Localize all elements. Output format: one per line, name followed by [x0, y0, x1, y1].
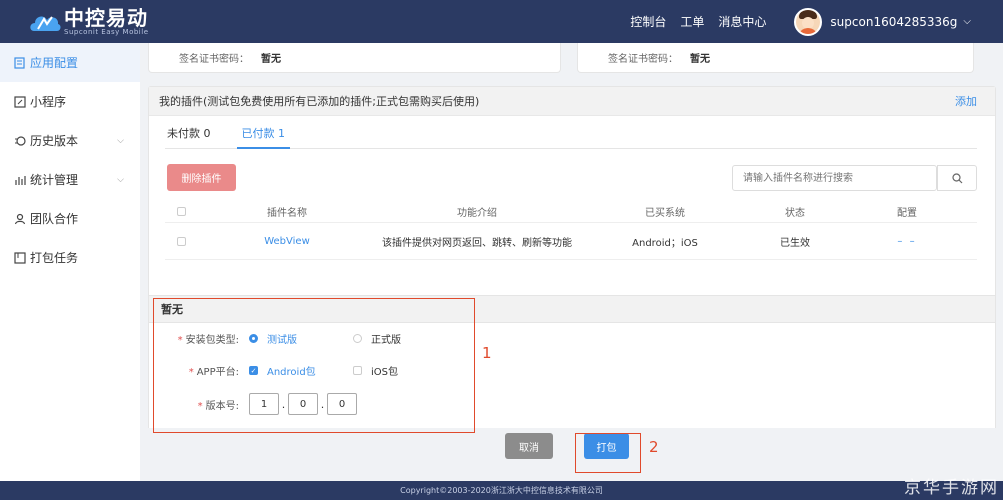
tab-unpaid[interactable]: 未付款 0 [165, 127, 211, 149]
history-icon [15, 135, 26, 146]
sidebar: 应用配置 小程序 历史版本 ⌵ 统计管理 ⌵ 团队合作 打包任务 [0, 43, 140, 481]
sidebar-item-team[interactable]: 团队合作 [0, 199, 140, 238]
plugin-search-input[interactable] [732, 165, 937, 191]
user-icon [14, 213, 26, 224]
chevron-down-icon: ⌵ [117, 135, 124, 146]
sidebar-item-statistics[interactable]: 统计管理 ⌵ [0, 160, 140, 199]
column-header: 配置 [897, 207, 917, 219]
avatar [794, 7, 823, 36]
add-plugin-link[interactable]: 添加 [955, 93, 977, 109]
task-icon [14, 251, 26, 264]
chevron-down-icon: ⌵ [117, 174, 124, 185]
plugins-panel: 我的插件(测试包免费使用所有已添加的插件;正式包需购买后使用) 添加 未付款 0… [148, 86, 996, 329]
nav-messages[interactable]: 消息中心 [718, 13, 766, 30]
column-header: 状态 [785, 207, 805, 219]
cloud-logo-icon [30, 15, 61, 31]
sidebar-item-label: 打包任务 [30, 251, 79, 265]
plugin-name-link[interactable]: WebView [197, 236, 377, 247]
plugins-title: 我的插件(测试包免费使用所有已添加的插件;正式包需购买后使用) [159, 95, 480, 108]
brand-name: 中控易动 [64, 5, 148, 30]
plugins-table: 插件名称 功能介绍 已买系统 状态 配置 WebView 该插件提供对网页返回、… [165, 200, 977, 260]
cancel-button[interactable]: 取消 [505, 433, 553, 459]
annotation-box-pack [575, 433, 641, 473]
signature-value: 暂无 [690, 54, 710, 65]
signature-label: 签名证书密码： [179, 54, 249, 65]
settings-list-icon [14, 56, 25, 69]
brand-logo[interactable]: 中控易动 Supconit Easy Mobile [28, 8, 149, 36]
nav-tickets[interactable]: 工单 [680, 13, 704, 30]
search-icon [951, 172, 962, 183]
column-header: 已买系统 [645, 207, 685, 219]
annotation-number: 1 [482, 344, 492, 362]
sidebar-item-mini-program[interactable]: 小程序 [0, 82, 140, 121]
sidebar-item-label: 历史版本 [30, 134, 79, 148]
annotation-number: 2 [649, 438, 659, 456]
top-bar: 中控易动 Supconit Easy Mobile 控制台 工单 消息中心 su… [0, 0, 1003, 43]
sidebar-item-label: 小程序 [30, 95, 67, 109]
plugin-config-link[interactable]: – – [837, 236, 977, 247]
plugin-description: 该插件提供对网页返回、跳转、刷新等功能 [382, 237, 572, 249]
sidebar-item-history[interactable]: 历史版本 ⌵ [0, 121, 140, 160]
plugin-systems: Android；iOS [632, 237, 698, 249]
column-header: 插件名称 [267, 207, 307, 219]
sidebar-item-label: 统计管理 [30, 173, 79, 187]
copyright-text: Copyright©2003-2020浙江浙大中控信息技术有限公司 [400, 486, 603, 495]
build-actions: 取消 打包 [148, 428, 996, 481]
sidebar-item-label: 团队合作 [30, 212, 79, 226]
watermark: 京华手游网 [904, 478, 999, 498]
plugin-status: 已生效 [780, 237, 810, 249]
signature-card-left: 签名证书密码： 暂无 [148, 43, 561, 73]
edit-box-icon [14, 95, 26, 108]
chevron-down-icon: ⌵ [963, 16, 971, 27]
table-header-row: 插件名称 功能介绍 已买系统 状态 配置 [165, 200, 977, 223]
plugin-tabs: 未付款 0 已付款 1 [165, 127, 977, 149]
nav-console[interactable]: 控制台 [630, 13, 666, 30]
user-menu[interactable]: supcon1604285336g ⌵ [794, 7, 971, 36]
signature-card-right: 签名证书密码： 暂无 [577, 43, 974, 73]
tab-paid[interactable]: 已付款 1 [236, 127, 290, 149]
column-header: 功能介绍 [457, 207, 497, 219]
chart-icon [15, 175, 26, 185]
delete-plugin-button[interactable]: 删除插件 [167, 164, 236, 191]
brand-subtitle: Supconit Easy Mobile [64, 27, 149, 36]
search-button[interactable] [937, 165, 977, 191]
sidebar-item-app-config[interactable]: 应用配置 [0, 43, 140, 82]
username: supcon1604285336g [830, 14, 958, 29]
plugins-panel-header: 我的插件(测试包免费使用所有已添加的插件;正式包需购买后使用) 添加 [149, 87, 995, 116]
signature-value: 暂无 [261, 54, 281, 65]
sidebar-item-label: 应用配置 [30, 56, 79, 70]
select-all-checkbox[interactable] [176, 206, 186, 216]
table-row: WebView 该插件提供对网页返回、跳转、刷新等功能 Android；iOS … [165, 223, 977, 260]
row-checkbox[interactable] [176, 236, 186, 246]
annotation-box-form [153, 298, 475, 433]
sidebar-item-pack-tasks[interactable]: 打包任务 [0, 238, 140, 277]
footer: Copyright©2003-2020浙江浙大中控信息技术有限公司 [0, 481, 1003, 500]
signature-label: 签名证书密码： [608, 54, 678, 65]
